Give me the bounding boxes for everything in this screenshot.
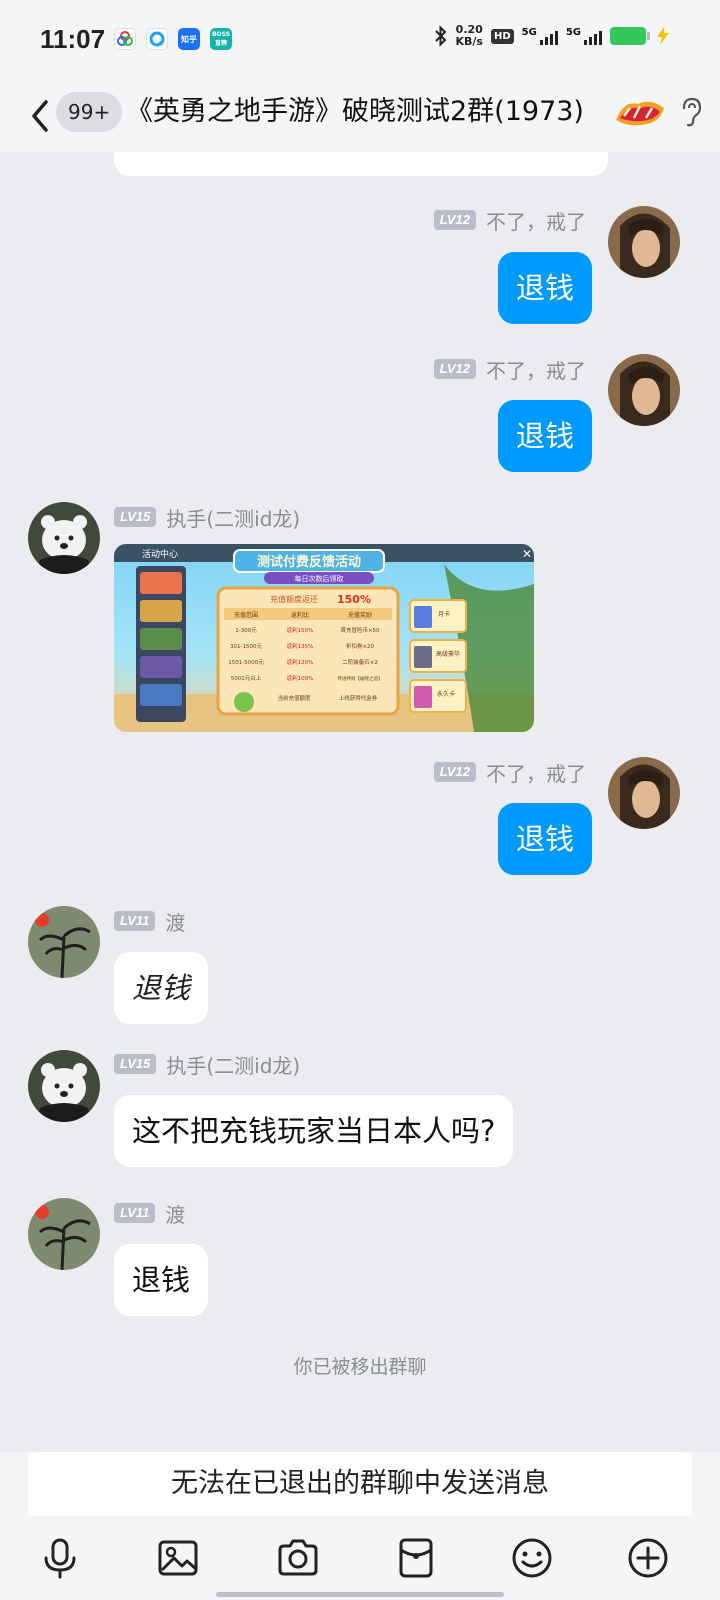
- level-badge: LV12: [433, 359, 476, 379]
- svg-text:返利150%: 返利150%: [287, 626, 314, 634]
- svg-text:首充冒险币×50: 首充冒险币×50: [340, 626, 380, 634]
- emoji-icon[interactable]: [510, 1536, 554, 1580]
- plus-icon[interactable]: [626, 1536, 670, 1580]
- battery-icon: [610, 27, 650, 45]
- sender-name[interactable]: 不了，戒了: [486, 758, 586, 787]
- ear-icon[interactable]: [678, 96, 704, 128]
- camera-icon[interactable]: [276, 1536, 320, 1580]
- svg-text:高级豪华: 高级豪华: [436, 650, 460, 658]
- level-badge: LV12: [433, 210, 476, 230]
- signal-sim1-icon: 5G: [522, 27, 558, 45]
- avatar-user-bear[interactable]: [28, 1050, 100, 1122]
- svg-text:当前充值额度: 当前充值额度: [277, 694, 311, 702]
- svg-text:永久卡: 永久卡: [437, 690, 455, 698]
- avatar-self[interactable]: [608, 206, 680, 278]
- sender-name[interactable]: 渡: [165, 1199, 185, 1228]
- back-arrow-icon[interactable]: [26, 94, 56, 138]
- input-panel: 无法在已退出的群聊中发送消息: [0, 1452, 720, 1600]
- level-badge: LV11: [114, 1203, 156, 1223]
- hd-voice-badge: HD: [490, 28, 514, 44]
- message-bubble[interactable]: 退钱: [497, 400, 592, 472]
- microphone-icon[interactable]: [38, 1536, 82, 1580]
- message-meta: LV12 不了，戒了: [433, 355, 586, 384]
- chat-header: 99+ 《英勇之地手游》破晓测试2群(1973): [0, 80, 720, 152]
- bluetooth-icon: [434, 25, 446, 47]
- svg-text:返利比: 返利比: [291, 611, 309, 619]
- svg-text:月卡: 月卡: [438, 610, 450, 618]
- message-bubble[interactable]: 退钱: [114, 952, 209, 1024]
- message-meta: LV12 不了，戒了: [433, 206, 586, 235]
- image-table-title: 充值额度返还: [270, 594, 318, 604]
- chat-title[interactable]: 《英勇之地手游》破晓测试2群(1973): [126, 92, 584, 132]
- level-badge: LV11: [114, 911, 156, 931]
- sender-name[interactable]: 执手(二测id龙): [166, 1050, 300, 1079]
- sender-name[interactable]: 不了，戒了: [486, 355, 586, 384]
- svg-text:返利100%: 返利100%: [287, 674, 314, 682]
- boss-zhipin-app-icon: BOSS直聘: [210, 28, 232, 50]
- image-icon[interactable]: [156, 1536, 200, 1580]
- message-meta: LV12 不了，戒了: [433, 758, 586, 787]
- message-meta: LV11 渡: [114, 1199, 185, 1228]
- avatar-user-pine[interactable]: [28, 906, 100, 978]
- system-tip-removed: 你已被移出群聊: [293, 1356, 427, 1378]
- svg-text:上线获得代金券: 上线获得代金券: [339, 694, 378, 702]
- message-meta: LV15 执手(二测id龙): [114, 1050, 300, 1079]
- avatar-user-pine[interactable]: [28, 1198, 100, 1270]
- image-banner-subtitle: 每日次数后领取: [295, 574, 344, 583]
- svg-text:1501-5000元: 1501-5000元: [228, 659, 264, 666]
- image-table-percent: 150%: [337, 593, 371, 606]
- svg-text:返利120%: 返利120%: [287, 658, 314, 666]
- image-sidebar-title: 活动中心: [142, 548, 178, 560]
- svg-text:折扣券×20: 折扣券×20: [346, 642, 375, 650]
- image-banner-title: 测试付费反馈活动: [257, 554, 361, 570]
- status-bar: 11:07 知乎 BOSS直聘 0.20 KB/s HD 5G 5G: [0, 0, 720, 80]
- message-bubble[interactable]: 这不把充钱玩家当日本人吗?: [114, 1095, 514, 1167]
- message-bubble[interactable]: 退钱: [497, 803, 592, 875]
- svg-text:充值奖励: 充值奖励: [348, 611, 372, 619]
- svg-text:充值范围: 充值范围: [234, 611, 258, 619]
- svg-text:5001元以上: 5001元以上: [231, 674, 262, 682]
- avatar-self[interactable]: [608, 757, 680, 829]
- svg-text:返利135%: 返利135%: [287, 642, 314, 650]
- message-meta: LV15 执手(二测id龙): [114, 503, 300, 532]
- image-close-icon: ✕: [522, 547, 532, 561]
- image-message[interactable]: 活动中心 ✕ 测试付费反馈活动 每日次数后领取 充值额度返还 150% 充值范围…: [114, 544, 534, 732]
- colorful-rings-app-icon: [114, 28, 136, 50]
- message-bubble-partial: [114, 152, 608, 176]
- zhihu-app-icon: 知乎: [178, 28, 200, 50]
- svg-text:1-300元: 1-300元: [235, 627, 257, 634]
- status-time: 11:07: [40, 24, 106, 54]
- avatar-user-bear[interactable]: [28, 502, 100, 574]
- svg-text:301-1500元: 301-1500元: [230, 643, 262, 650]
- message-bubble[interactable]: 退钱: [497, 252, 592, 324]
- svg-text:传送特效【破晓之语】: 传送特效【破晓之语】: [338, 675, 383, 682]
- red-packet-icon[interactable]: [394, 1536, 438, 1580]
- signal-sim2-icon: 5G: [566, 27, 602, 45]
- sender-name[interactable]: 渡: [165, 907, 185, 936]
- disabled-input-notice: 无法在已退出的群聊中发送消息: [28, 1452, 692, 1516]
- message-meta: LV11 渡: [114, 907, 185, 936]
- sender-name[interactable]: 执手(二测id龙): [166, 503, 300, 532]
- message-bubble[interactable]: 退钱: [114, 1244, 209, 1316]
- sender-name[interactable]: 不了，戒了: [486, 206, 586, 235]
- home-indicator[interactable]: [216, 1592, 504, 1597]
- avatar-self[interactable]: [608, 354, 680, 426]
- level-badge: LV15: [114, 1054, 157, 1074]
- svg-text:二阶装备石×2: 二阶装备石×2: [342, 658, 378, 666]
- message-list[interactable]: LV12 不了，戒了 退钱 LV12 不了，戒了 退钱 LV15 执手(二测id…: [0, 152, 720, 1452]
- network-speed: 0.20 KB/s: [455, 23, 483, 48]
- unread-count-badge[interactable]: 99+: [56, 92, 123, 132]
- level-badge: LV15: [114, 507, 157, 527]
- level-badge: LV12: [433, 762, 476, 782]
- charging-bolt-icon: [657, 27, 669, 45]
- input-toolbar: [0, 1536, 720, 1584]
- status-app-icons: 知乎 BOSS直聘: [114, 28, 232, 50]
- browser-app-icon: [146, 28, 168, 50]
- game-logo-badge-icon: [616, 101, 664, 126]
